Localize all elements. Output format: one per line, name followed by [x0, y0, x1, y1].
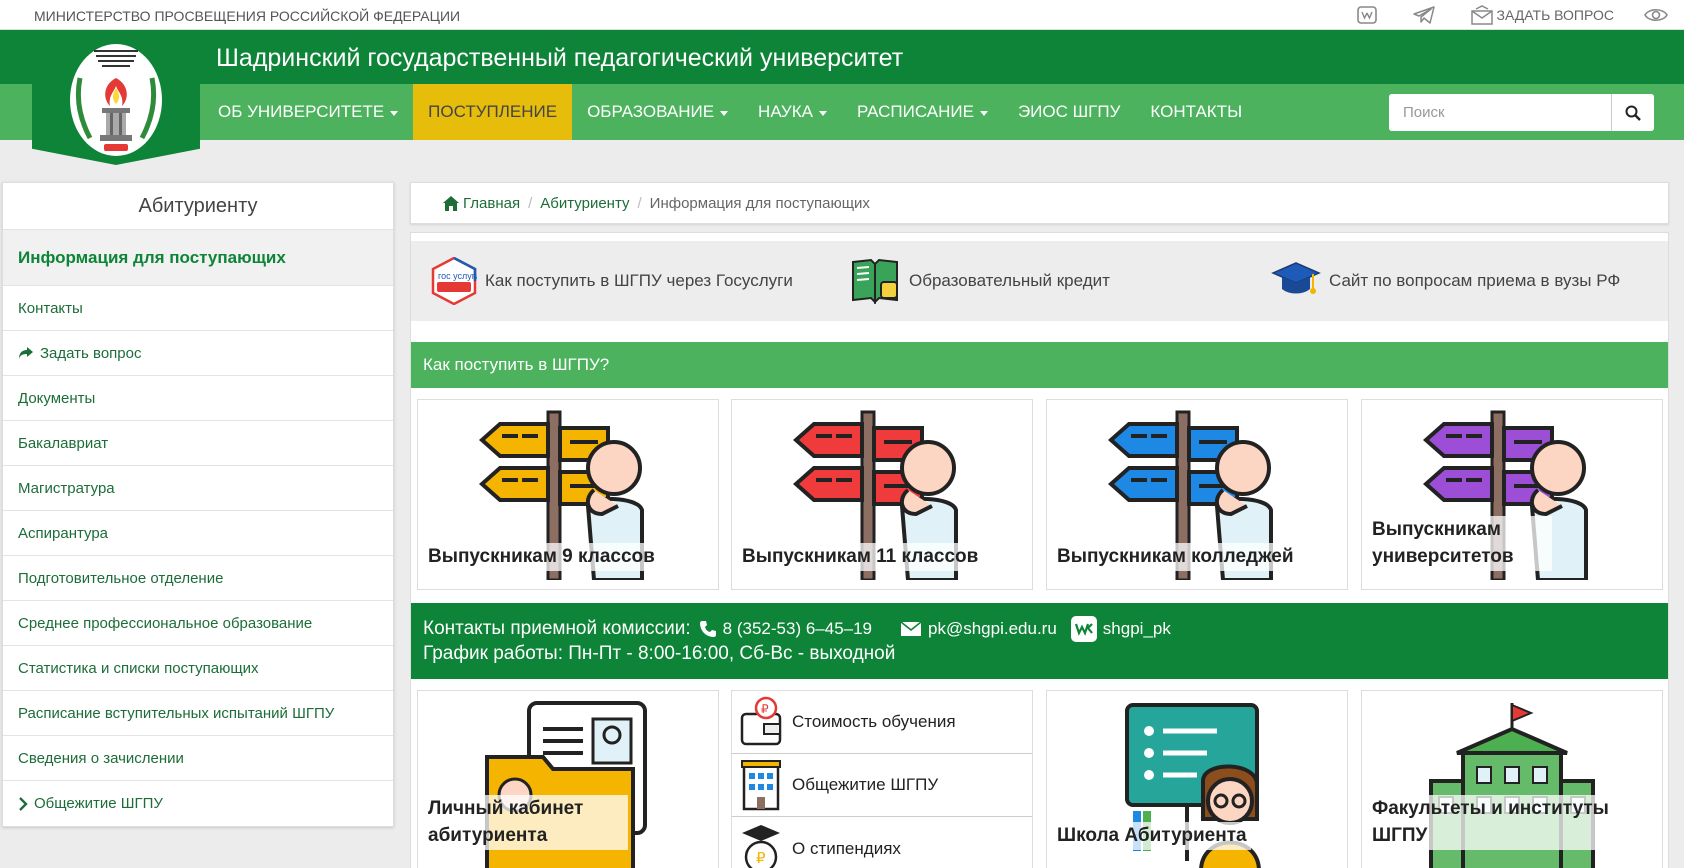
- caret-down-icon: [818, 110, 827, 116]
- breadcrumb-separator: /: [637, 194, 642, 212]
- search-box: [1389, 94, 1654, 131]
- schedule-text: График работы: Пн-Пт - 8:00-16:00, Сб-Вс…: [423, 643, 896, 664]
- card-university[interactable]: Выпускникам университетов: [1361, 399, 1663, 590]
- caret-down-icon: [390, 110, 399, 116]
- card-grade-9[interactable]: Выпускникам 9 классов: [417, 399, 719, 590]
- card-label: Выпускникам 9 классов: [428, 543, 659, 571]
- contacts-line: Контакты приемной комиссии: 8 (352-53) 6…: [423, 616, 1171, 642]
- sidebar-item-ask[interactable]: Задать вопрос: [3, 331, 393, 376]
- how-to-header: Как поступить в ШГПУ?: [411, 342, 1668, 388]
- vk-icon[interactable]: [1356, 6, 1377, 24]
- book-icon: [852, 258, 898, 304]
- sidebar-item-master[interactable]: Магистратура: [3, 466, 393, 511]
- quick-link-label: Сайт по вопросам приема в вузы РФ: [1329, 271, 1621, 290]
- sidebar-item-documents[interactable]: Документы: [3, 376, 393, 421]
- gosuslugi-icon: гос услуги: [431, 257, 477, 305]
- quick-link-gosuslugi[interactable]: гос услуги Как поступить в ШГПУ через Го…: [431, 241, 793, 321]
- vk-icon: [1070, 616, 1097, 642]
- top-bar: МИНИСТЕРСТВО ПРОСВЕЩЕНИЯ РОССИЙСКОЙ ФЕДЕ…: [0, 0, 1684, 30]
- breadcrumb-current: Информация для поступающих: [649, 194, 870, 212]
- quick-link-label: Образовательный кредит: [909, 271, 1110, 290]
- search-button[interactable]: [1611, 94, 1654, 131]
- sidebar-item-current[interactable]: Информация для поступающих: [3, 230, 393, 286]
- sidebar-item-bachelor[interactable]: Бакалавриат: [3, 421, 393, 466]
- sidebar-item-dormitory[interactable]: Общежитие ШГПУ: [3, 781, 393, 826]
- sidebar-item-spo[interactable]: Среднее профессиональное образование: [3, 601, 393, 646]
- quick-link-label: Как поступить в ШГПУ через Госуслуги: [485, 271, 793, 290]
- sidebar-item-statistics[interactable]: Статистика и списки поступающих: [3, 646, 393, 691]
- chevron-right-icon: [18, 796, 28, 811]
- wallet-icon: ₽: [740, 696, 782, 746]
- quick-links: гос услуги Как поступить в ШГПУ через Го…: [411, 241, 1668, 321]
- card-label: Выпускникам 11 классов: [742, 543, 983, 571]
- main-nav: ОБ УНИВЕРСИТЕТЕ ПОСТУПЛЕНИЕ ОБРАЗОВАНИЕ …: [203, 84, 1257, 140]
- card-label: Выпускникам университетов: [1372, 515, 1552, 571]
- sidebar-item-exam-schedule[interactable]: Расписание вступительных испытаний ШГПУ: [3, 691, 393, 736]
- top-icons: ЗАДАТЬ ВОПРОС: [1356, 0, 1684, 30]
- card-label: Личный кабинет абитуриента: [428, 794, 628, 850]
- breadcrumb: Главная / Абитуриенту / Информация для п…: [410, 182, 1669, 224]
- home-icon: [443, 195, 459, 211]
- nav-contacts[interactable]: КОНТАКТЫ: [1135, 84, 1257, 140]
- card-label: Выпускникам колледжей: [1057, 543, 1298, 571]
- card-cabinet[interactable]: Личный кабинет абитуриента: [417, 690, 719, 868]
- contacts-bar: Контакты приемной комиссии: 8 (352-53) 6…: [411, 603, 1668, 679]
- svg-text:₽: ₽: [756, 850, 766, 867]
- info-list: ₽ Стоимость обучения Общежитие ШГПУ ₽ О …: [731, 690, 1033, 868]
- graduation-cap-icon: [1271, 262, 1321, 294]
- sidebar-item-contacts[interactable]: Контакты: [3, 286, 393, 331]
- telegram-icon[interactable]: [1412, 6, 1435, 24]
- list-item-tuition[interactable]: ₽ Стоимость обучения: [732, 691, 1032, 754]
- search-icon: [1625, 105, 1641, 121]
- breadcrumb-home[interactable]: Главная: [463, 195, 520, 212]
- ministry-label: МИНИСТЕРСТВО ПРОСВЕЩЕНИЯ РОССИЙСКОЙ ФЕДЕ…: [34, 8, 461, 24]
- breadcrumb-parent[interactable]: Абитуриенту: [540, 195, 629, 212]
- nav-education[interactable]: ОБРАЗОВАНИЕ: [572, 84, 743, 140]
- vk-link[interactable]: shgpi_pk: [1070, 616, 1171, 642]
- quick-link-credit[interactable]: Образовательный кредит: [851, 241, 1110, 321]
- svg-text:гос услуги: гос услуги: [438, 271, 477, 281]
- nav-eios[interactable]: ЭИОС ШГПУ: [1003, 84, 1135, 140]
- sidebar: Абитуриенту Информация для поступающих К…: [2, 182, 394, 827]
- ask-question-label: ЗАДАТЬ ВОПРОС: [1496, 7, 1614, 23]
- main-panel: гос услуги Как поступить в ШГПУ через Го…: [410, 232, 1669, 868]
- search-input[interactable]: [1389, 94, 1611, 131]
- nav-admission[interactable]: ПОСТУПЛЕНИЕ: [413, 84, 573, 140]
- ask-question-link[interactable]: ЗАДАТЬ ВОПРОС: [1470, 5, 1614, 25]
- nav-about[interactable]: ОБ УНИВЕРСИТЕТЕ: [203, 84, 413, 140]
- card-faculties[interactable]: Факультеты и институты ШГПУ: [1361, 690, 1663, 868]
- share-arrow-icon: [18, 347, 34, 359]
- card-grade-11[interactable]: Выпускникам 11 классов: [731, 399, 1033, 590]
- scholarship-icon: ₽: [742, 824, 780, 868]
- eye-icon[interactable]: [1644, 7, 1668, 23]
- site-title: Шадринский государственный педагогически…: [216, 44, 904, 72]
- list-item-dormitory[interactable]: Общежитие ШГПУ: [732, 754, 1032, 817]
- envelope-icon: [900, 621, 922, 636]
- nav-schedule[interactable]: РАСПИСАНИЕ: [842, 84, 1003, 140]
- card-college[interactable]: Выпускникам колледжей: [1046, 399, 1348, 590]
- card-label: Факультеты и институты ШГПУ: [1372, 794, 1632, 850]
- sidebar-item-preparatory[interactable]: Подготовительное отделение: [3, 556, 393, 601]
- envelope-icon: [1470, 5, 1493, 25]
- list-item-scholarship[interactable]: ₽ О стипендиях: [732, 817, 1032, 868]
- university-logo[interactable]: [32, 30, 200, 165]
- nav-science[interactable]: НАУКА: [743, 84, 842, 140]
- phone-icon: [699, 621, 716, 637]
- svg-text:₽: ₽: [761, 702, 769, 716]
- card-school[interactable]: Школа Абитуриента: [1046, 690, 1348, 868]
- card-label: Школа Абитуриента: [1057, 822, 1251, 850]
- sidebar-item-enrollment[interactable]: Сведения о зачислении: [3, 736, 393, 781]
- phone-link[interactable]: 8 (352-53) 6–45–19: [699, 619, 872, 639]
- sidebar-title: Абитуриенту: [3, 183, 393, 230]
- email-link[interactable]: pk@shgpi.edu.ru: [900, 619, 1057, 639]
- sidebar-item-postgraduate[interactable]: Аспирантура: [3, 511, 393, 556]
- dormitory-icon: [741, 760, 781, 811]
- caret-down-icon: [979, 110, 988, 116]
- contacts-label: Контакты приемной комиссии:: [423, 618, 691, 639]
- quick-link-vuz[interactable]: Сайт по вопросам приема в вузы РФ: [1271, 241, 1620, 321]
- breadcrumb-separator: /: [528, 194, 533, 212]
- caret-down-icon: [720, 110, 729, 116]
